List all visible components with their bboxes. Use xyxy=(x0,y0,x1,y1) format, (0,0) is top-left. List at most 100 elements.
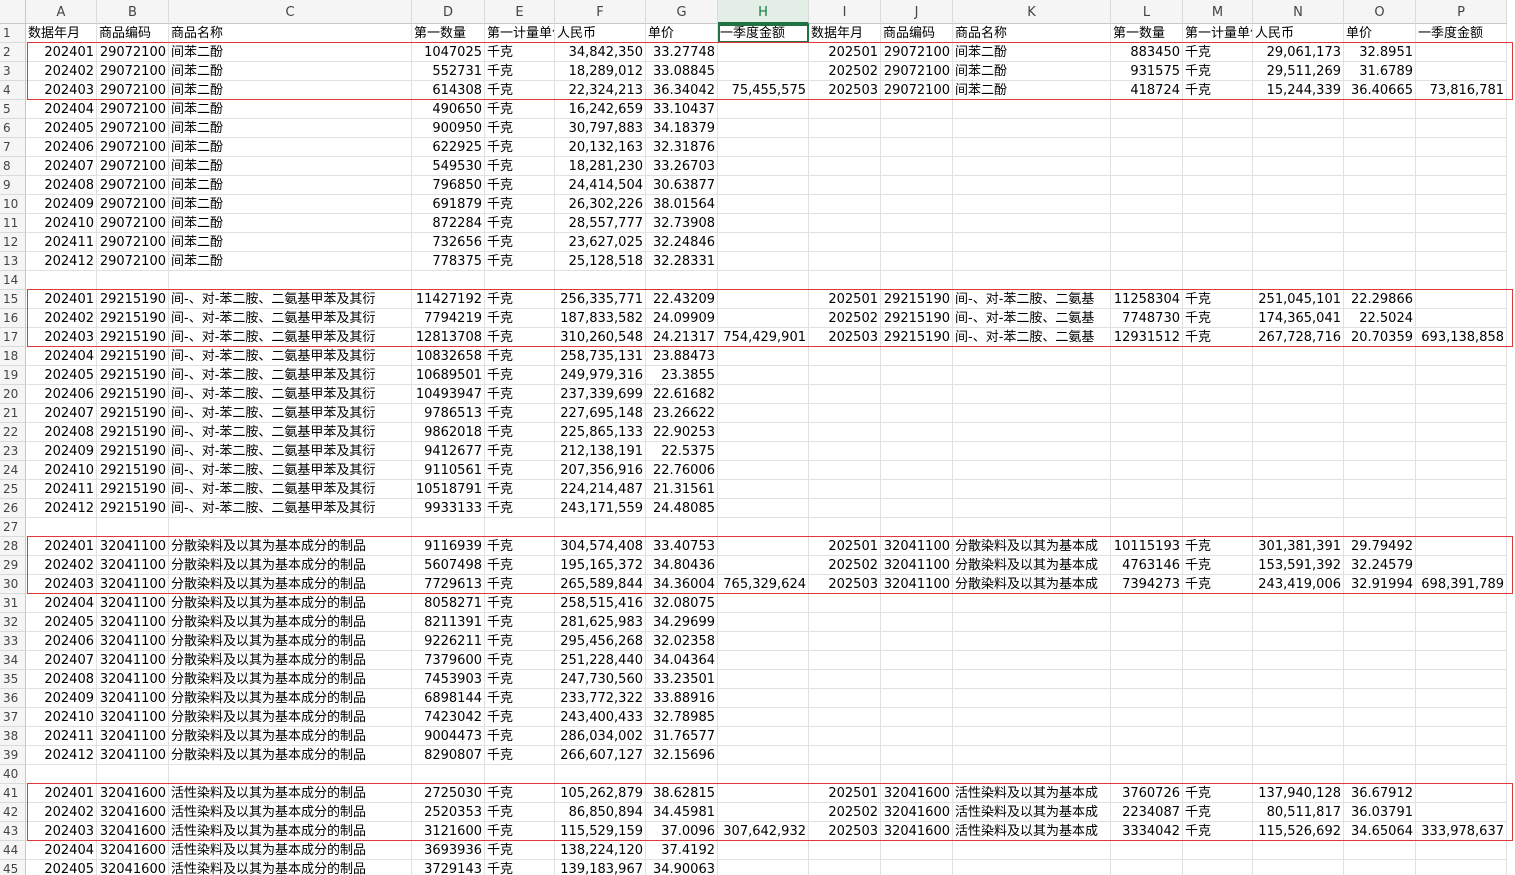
rmb-cell[interactable] xyxy=(1253,423,1344,442)
unit-cell[interactable] xyxy=(1183,423,1253,442)
name-cell[interactable]: 间苯二酚 xyxy=(169,119,412,138)
quantity-cell[interactable] xyxy=(1111,366,1183,385)
period-cell[interactable]: 202412 xyxy=(26,499,97,518)
row-header-41[interactable]: 41 xyxy=(0,784,26,803)
quantity-cell[interactable]: 10689501 xyxy=(412,366,485,385)
q1-total-cell[interactable] xyxy=(718,499,809,518)
row-header-14[interactable]: 14 xyxy=(0,271,26,290)
period-cell[interactable]: 202405 xyxy=(26,860,97,875)
quantity-cell[interactable]: 9226211 xyxy=(412,632,485,651)
code-cell[interactable] xyxy=(881,385,953,404)
period-cell[interactable] xyxy=(809,841,881,860)
unit-cell[interactable] xyxy=(1183,138,1253,157)
code-cell[interactable]: 29215190 xyxy=(97,480,169,499)
unit-cell[interactable]: 千克 xyxy=(485,157,555,176)
unit-cell[interactable]: 千克 xyxy=(485,461,555,480)
period-cell[interactable] xyxy=(809,119,881,138)
q1-total-cell[interactable] xyxy=(718,461,809,480)
period-cell[interactable]: 202403 xyxy=(26,822,97,841)
period-cell[interactable] xyxy=(809,461,881,480)
row-header-23[interactable]: 23 xyxy=(0,442,26,461)
unit-cell[interactable]: 千克 xyxy=(485,575,555,594)
column-header-d[interactable]: D xyxy=(412,0,485,24)
period-cell[interactable]: 202501 xyxy=(809,537,881,556)
rmb-cell[interactable]: 243,400,433 xyxy=(555,708,646,727)
column-header-l[interactable]: L xyxy=(1111,0,1183,24)
quantity-cell[interactable]: 12931512 xyxy=(1111,328,1183,347)
code-cell[interactable] xyxy=(881,442,953,461)
empty-cell[interactable] xyxy=(646,765,718,784)
row-header-1[interactable]: 1 xyxy=(0,24,26,43)
code-cell[interactable]: 29215190 xyxy=(97,404,169,423)
spreadsheet-grid[interactable]: ABCDEFGHIJKLMNOP1数据年月商品编码商品名称第一数量第一计量单位人… xyxy=(0,0,1515,875)
row-header-45[interactable]: 45 xyxy=(0,860,26,875)
quantity-cell[interactable]: 10518791 xyxy=(412,480,485,499)
name-cell[interactable]: 分散染料及以其为基本成分的制品 xyxy=(169,613,412,632)
price-cell[interactable] xyxy=(1344,195,1416,214)
price-cell[interactable]: 36.03791 xyxy=(1344,803,1416,822)
unit-cell[interactable]: 千克 xyxy=(485,556,555,575)
price-cell[interactable] xyxy=(1344,100,1416,119)
row-header-4[interactable]: 4 xyxy=(0,81,26,100)
unit-cell[interactable]: 千克 xyxy=(485,822,555,841)
period-cell[interactable]: 202410 xyxy=(26,708,97,727)
q1-total-cell[interactable] xyxy=(718,841,809,860)
header-cell[interactable]: 第一计量单位 xyxy=(485,24,555,43)
q1-total-cell[interactable] xyxy=(718,689,809,708)
quantity-cell[interactable]: 9004473 xyxy=(412,727,485,746)
quantity-cell[interactable]: 7453903 xyxy=(412,670,485,689)
empty-cell[interactable] xyxy=(809,765,881,784)
q1-total-cell[interactable] xyxy=(1416,746,1507,765)
code-cell[interactable]: 32041100 xyxy=(97,651,169,670)
unit-cell[interactable]: 千克 xyxy=(1183,309,1253,328)
period-cell[interactable]: 202409 xyxy=(26,689,97,708)
price-cell[interactable]: 32.28331 xyxy=(646,252,718,271)
rmb-cell[interactable] xyxy=(1253,727,1344,746)
q1-total-cell[interactable] xyxy=(718,708,809,727)
rmb-cell[interactable]: 233,772,322 xyxy=(555,689,646,708)
price-cell[interactable]: 23.3855 xyxy=(646,366,718,385)
period-cell[interactable] xyxy=(809,195,881,214)
period-cell[interactable] xyxy=(809,727,881,746)
period-cell[interactable] xyxy=(809,252,881,271)
name-cell[interactable]: 活性染料及以其为基本成分的制品 xyxy=(169,841,412,860)
quantity-cell[interactable] xyxy=(1111,385,1183,404)
name-cell[interactable] xyxy=(953,499,1111,518)
q1-total-cell[interactable] xyxy=(718,803,809,822)
period-cell[interactable]: 202406 xyxy=(26,385,97,404)
empty-cell[interactable] xyxy=(485,765,555,784)
unit-cell[interactable]: 千克 xyxy=(1183,81,1253,100)
unit-cell[interactable] xyxy=(1183,195,1253,214)
unit-cell[interactable]: 千克 xyxy=(1183,784,1253,803)
price-cell[interactable]: 22.61682 xyxy=(646,385,718,404)
period-cell[interactable]: 202411 xyxy=(26,727,97,746)
q1-total-cell[interactable] xyxy=(718,195,809,214)
empty-cell[interactable] xyxy=(1183,765,1253,784)
name-cell[interactable] xyxy=(953,233,1111,252)
code-cell[interactable]: 32041100 xyxy=(97,575,169,594)
price-cell[interactable] xyxy=(1344,366,1416,385)
price-cell[interactable] xyxy=(1344,214,1416,233)
name-cell[interactable] xyxy=(953,195,1111,214)
price-cell[interactable]: 34.18379 xyxy=(646,119,718,138)
name-cell[interactable] xyxy=(953,860,1111,875)
quantity-cell[interactable]: 12813708 xyxy=(412,328,485,347)
name-cell[interactable]: 间-、对-苯二胺、二氨基甲苯及其衍 xyxy=(169,366,412,385)
empty-cell[interactable] xyxy=(1416,765,1507,784)
price-cell[interactable]: 36.40665 xyxy=(1344,81,1416,100)
unit-cell[interactable] xyxy=(1183,613,1253,632)
empty-cell[interactable] xyxy=(1183,271,1253,290)
unit-cell[interactable]: 千克 xyxy=(1183,328,1253,347)
empty-cell[interactable] xyxy=(97,271,169,290)
name-cell[interactable] xyxy=(953,252,1111,271)
q1-total-cell[interactable] xyxy=(718,366,809,385)
rmb-cell[interactable]: 22,324,213 xyxy=(555,81,646,100)
rmb-cell[interactable] xyxy=(1253,480,1344,499)
rmb-cell[interactable] xyxy=(1253,157,1344,176)
period-cell[interactable]: 202402 xyxy=(26,62,97,81)
quantity-cell[interactable]: 6898144 xyxy=(412,689,485,708)
empty-cell[interactable] xyxy=(809,518,881,537)
code-cell[interactable]: 29072100 xyxy=(97,214,169,233)
q1-total-cell[interactable] xyxy=(718,480,809,499)
period-cell[interactable]: 202405 xyxy=(26,366,97,385)
